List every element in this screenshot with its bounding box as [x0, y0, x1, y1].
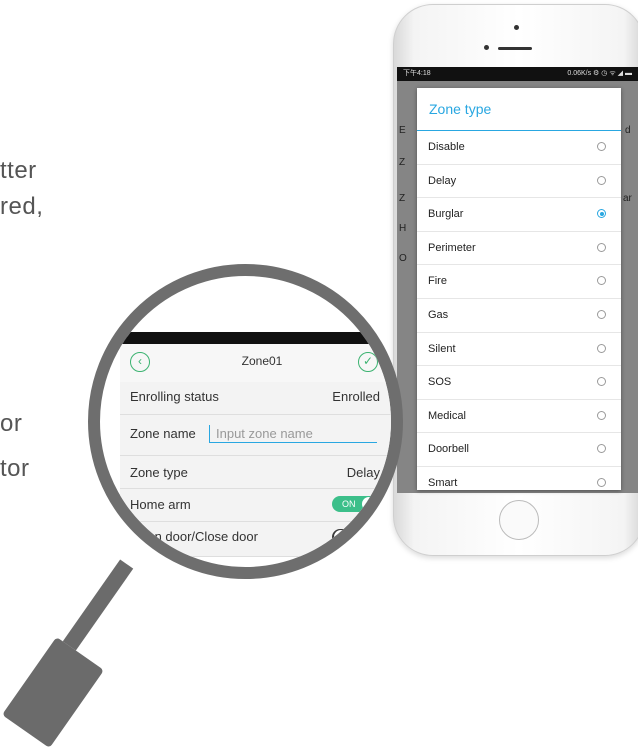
zone-type-option[interactable]: Medical: [417, 400, 621, 434]
zone-type-option[interactable]: Disable: [417, 131, 621, 165]
cropped-text-4: tor: [0, 455, 30, 482]
toggle-knob: [362, 497, 376, 511]
toggle-state: ON: [342, 499, 356, 509]
zone-type-option[interactable]: Smart: [417, 467, 621, 500]
radio-selected-icon[interactable]: [597, 209, 606, 219]
bg-fragment: E: [399, 125, 406, 136]
dialog-title: Zone type: [417, 88, 621, 131]
enrolling-status-label: Enrolling status: [130, 389, 219, 404]
zone-type-label: Zone type: [130, 465, 188, 480]
enrolling-status-value: Enrolled: [332, 389, 380, 404]
magnifier-handle: [1, 636, 105, 748]
radio-icon[interactable]: [597, 142, 606, 151]
toggle-state: OFF: [354, 532, 372, 542]
check-icon[interactable]: ✓: [358, 352, 378, 372]
bg-fragment: d: [625, 125, 631, 136]
bg-fragment: O: [399, 253, 407, 264]
zone-name-input[interactable]: Input zone name: [209, 425, 377, 443]
back-icon[interactable]: ‹: [130, 352, 150, 372]
home-arm-toggle[interactable]: ON: [332, 496, 378, 512]
zone-type-option[interactable]: Burglar: [417, 198, 621, 232]
front-sensor: [484, 45, 489, 50]
home-button[interactable]: [499, 500, 539, 540]
home-arm-label: Home arm: [130, 497, 191, 512]
radio-icon[interactable]: [597, 242, 606, 252]
option-label: Doorbell: [428, 443, 469, 456]
zone-type-dialog: Zone type Disable Delay Burglar Perimete…: [417, 88, 621, 490]
toggle-knob: [334, 530, 348, 544]
zone-type-value: Delay: [346, 465, 380, 480]
zone-type-option[interactable]: Silent: [417, 333, 621, 367]
zoomed-status-bar: [120, 332, 391, 344]
bg-fragment: H: [399, 223, 407, 234]
radio-icon[interactable]: [597, 175, 606, 185]
option-label: Silent: [428, 342, 456, 355]
status-bar: 下午4:18 0.06K/s ⚙ ◷ ᯤ ◢ ▬: [397, 67, 638, 81]
option-label: SOS: [428, 376, 452, 389]
option-label: Perimeter: [428, 241, 476, 254]
option-label: Smart: [428, 476, 458, 489]
cropped-text-2: red,: [0, 193, 44, 220]
bg-fragment: ar: [623, 193, 632, 204]
option-label: Medical: [428, 409, 466, 422]
zone-type-option[interactable]: Fire: [417, 265, 621, 299]
magnifier-stem: [62, 559, 134, 651]
zone-title: Zone01: [241, 354, 283, 368]
magnifier-lens: ‹ Zone01 ✓ Enrolling status Enrolled Zon…: [88, 264, 403, 579]
bg-fragment: Z: [399, 193, 406, 204]
zone-type-option[interactable]: Delay: [417, 165, 621, 199]
status-time: 下午4:18: [403, 70, 431, 77]
cropped-text-1: tter: [0, 157, 37, 184]
earpiece-speaker: [498, 47, 532, 50]
radio-icon[interactable]: [597, 444, 606, 454]
zone-type-option[interactable]: SOS: [417, 366, 621, 400]
front-camera: [514, 25, 519, 30]
door-toggle[interactable]: OFF: [332, 529, 378, 545]
option-label: Burglar: [428, 208, 464, 221]
option-label: Delay: [428, 174, 457, 187]
radio-icon[interactable]: [597, 343, 606, 353]
bg-fragment: Z: [399, 157, 406, 168]
radio-icon[interactable]: [597, 276, 606, 286]
cropped-text-3: or: [0, 410, 23, 437]
zone-type-option[interactable]: Doorbell: [417, 433, 621, 467]
status-icons: 0.06K/s ⚙ ◷ ᯤ ◢ ▬: [567, 70, 632, 77]
radio-icon[interactable]: [597, 309, 606, 319]
zone-name-label: Zone name: [130, 426, 196, 441]
door-label: Open door/Close door: [130, 529, 258, 544]
radio-icon[interactable]: [597, 410, 606, 420]
zone-type-option[interactable]: Gas: [417, 299, 621, 333]
option-label: Gas: [428, 308, 449, 321]
zone-type-option[interactable]: Perimeter: [417, 232, 621, 266]
radio-icon[interactable]: [597, 377, 606, 387]
option-label: Disable: [428, 141, 465, 153]
radio-icon[interactable]: [597, 477, 606, 487]
option-label: Fire: [428, 275, 447, 288]
